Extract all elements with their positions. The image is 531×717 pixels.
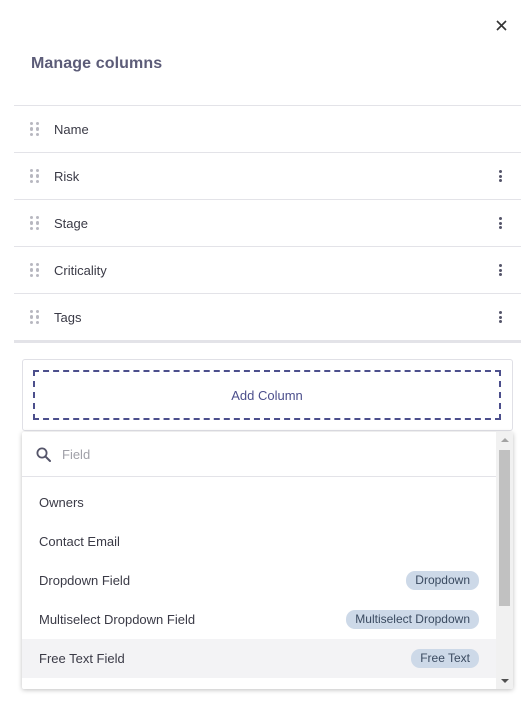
field-option-dropdown-field[interactable]: Dropdown Field Dropdown xyxy=(22,561,496,600)
drag-handle-icon[interactable] xyxy=(30,169,40,183)
field-option-free-text-field[interactable]: Free Text Field Free Text xyxy=(22,639,496,678)
field-picker-dropdown: Owners Contact Email Dropdown Field Drop… xyxy=(22,432,513,689)
column-row-criticality: Criticality xyxy=(14,247,521,294)
column-label: Name xyxy=(54,121,89,137)
scroll-down-arrow-icon[interactable] xyxy=(496,673,513,689)
field-option-owners[interactable]: Owners xyxy=(22,483,496,522)
close-icon xyxy=(495,19,507,31)
field-type-badge: Multiselect Dropdown xyxy=(346,610,479,629)
field-option-contact-email[interactable]: Contact Email xyxy=(22,522,496,561)
column-label: Tags xyxy=(54,309,82,325)
more-options-icon[interactable] xyxy=(495,168,505,184)
column-label: Risk xyxy=(54,168,80,184)
field-option-list: Owners Contact Email Dropdown Field Drop… xyxy=(22,477,496,678)
dialog-title: Manage columns xyxy=(31,55,163,72)
add-column-button[interactable]: Add Column xyxy=(33,370,501,420)
option-label: Owners xyxy=(39,495,84,510)
column-row-tags: Tags xyxy=(14,294,521,343)
drag-handle-icon[interactable] xyxy=(30,216,40,230)
drag-handle-icon[interactable] xyxy=(30,122,40,136)
search-icon xyxy=(36,447,51,462)
option-label: Contact Email xyxy=(39,534,120,549)
field-type-badge: Free Text xyxy=(411,649,479,668)
close-button[interactable] xyxy=(491,15,511,35)
column-row-stage: Stage xyxy=(14,200,521,247)
field-type-badge: Dropdown xyxy=(406,571,479,590)
option-label: Free Text Field xyxy=(39,651,125,666)
column-label: Criticality xyxy=(54,262,107,278)
column-row-risk: Risk xyxy=(14,153,521,200)
more-options-icon[interactable] xyxy=(495,262,505,278)
option-label: Multiselect Dropdown Field xyxy=(39,612,196,627)
more-options-icon[interactable] xyxy=(495,309,505,325)
scroll-up-arrow-icon[interactable] xyxy=(496,432,513,448)
drag-handle-icon[interactable] xyxy=(30,263,40,277)
column-row-name: Name xyxy=(14,106,521,153)
column-label: Stage xyxy=(54,215,88,231)
drag-handle-icon[interactable] xyxy=(30,310,40,324)
field-search-input[interactable] xyxy=(62,446,442,462)
more-options-icon[interactable] xyxy=(495,215,505,231)
column-list: Name Risk Stage Criticality Tags xyxy=(14,105,521,343)
option-label: Dropdown Field xyxy=(39,573,131,588)
dropdown-scrollbar[interactable] xyxy=(496,432,513,689)
field-search-row xyxy=(22,432,496,477)
add-column-panel: Add Column xyxy=(22,359,513,431)
field-option-multiselect-dropdown-field[interactable]: Multiselect Dropdown Field Multiselect D… xyxy=(22,600,496,639)
scrollbar-thumb[interactable] xyxy=(499,450,510,606)
